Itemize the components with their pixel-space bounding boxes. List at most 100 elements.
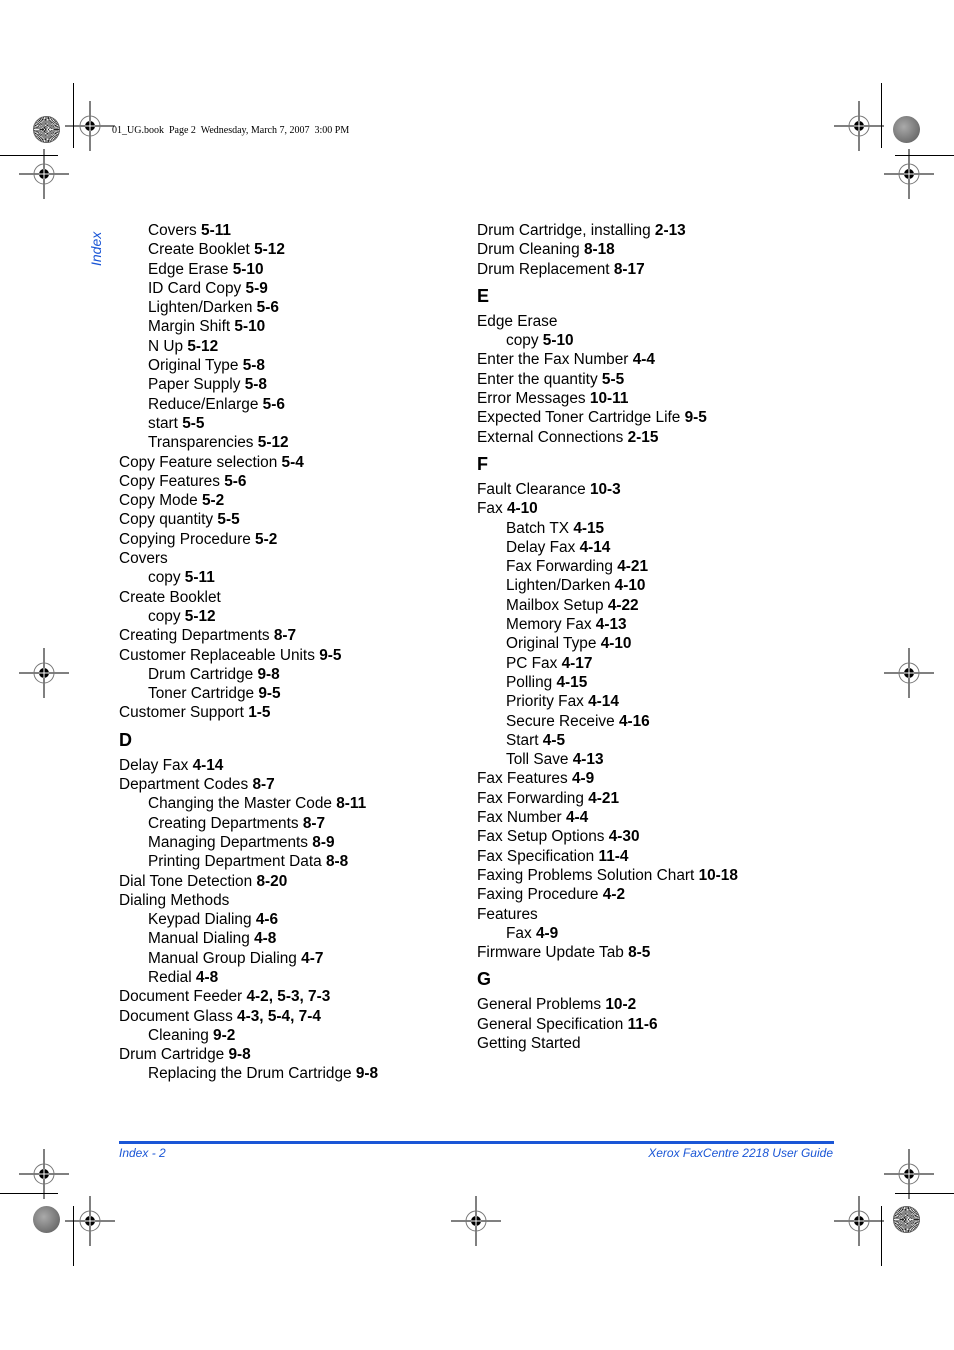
index-page-ref[interactable]: 9-5	[319, 647, 341, 664]
index-subentry: Manual Dialing 4-8	[119, 929, 459, 948]
index-page-ref[interactable]: 9-8	[228, 1046, 250, 1063]
index-page-ref[interactable]: 4-10	[507, 500, 538, 517]
index-page-ref[interactable]: 4-10	[615, 577, 646, 594]
index-entry: Create Booklet	[119, 588, 459, 607]
index-page-ref[interactable]: 4-6	[256, 911, 278, 928]
registration-target-icon	[884, 149, 934, 199]
index-letter-heading: D	[119, 729, 132, 750]
index-page-ref[interactable]: 4-14	[588, 693, 619, 710]
index-page-ref[interactable]: 2-13	[655, 222, 686, 239]
index-term: Start	[506, 731, 539, 749]
index-page-ref[interactable]: 8-8	[326, 853, 348, 870]
index-page-ref[interactable]: 5-6	[263, 396, 285, 413]
index-page-ref[interactable]: 8-7	[274, 627, 296, 644]
index-subentry: Printing Department Data 8-8	[119, 852, 459, 871]
index-term: Fax	[506, 924, 532, 942]
index-page-ref[interactable]: 8-18	[584, 241, 615, 258]
index-page-ref[interactable]: 4-4	[633, 351, 655, 368]
index-page-ref[interactable]: 4-13	[573, 751, 604, 768]
index-page-ref[interactable]: 4-14	[580, 539, 611, 556]
index-page-ref[interactable]: 10-11	[590, 390, 629, 407]
index-term: Drum Cartridge	[148, 665, 254, 683]
index-page-ref[interactable]: 4-14	[193, 757, 224, 774]
index-page-ref[interactable]: 8-11	[336, 795, 366, 812]
index-page-ref[interactable]: 4-22	[608, 597, 639, 614]
index-page-ref[interactable]: 10-18	[699, 867, 738, 884]
index-term: General Problems	[477, 996, 602, 1014]
index-page-ref[interactable]: 5-2	[202, 492, 224, 509]
index-page-ref[interactable]: 4-8	[254, 930, 276, 947]
index-term: Batch TX	[506, 519, 570, 537]
index-page-ref[interactable]: 4-15	[556, 674, 587, 691]
index-letter-heading: F	[477, 453, 488, 474]
index-page-ref[interactable]: 5-12	[185, 608, 216, 625]
index-page-ref[interactable]: 4-9	[536, 925, 558, 942]
index-term: Covers	[148, 222, 197, 239]
index-page-ref[interactable]: 9-5	[258, 685, 280, 702]
index-page-ref[interactable]: 4-30	[609, 828, 640, 845]
index-page-ref[interactable]: 5-9	[246, 280, 268, 297]
index-page-ref[interactable]: 5-5	[602, 371, 624, 388]
index-page-ref[interactable]: 4-15	[573, 520, 604, 537]
index-page-ref[interactable]: 4-3, 5-4, 7-4	[237, 1008, 321, 1025]
index-page-ref[interactable]: 4-2, 5-3, 7-3	[246, 988, 330, 1005]
index-page-ref[interactable]: 2-15	[628, 429, 659, 446]
index-page-ref[interactable]: 8-7	[252, 776, 274, 793]
index-page-ref[interactable]: 4-5	[543, 732, 565, 749]
index-page-ref[interactable]: 5-8	[243, 357, 265, 374]
index-page-ref[interactable]: 11-6	[628, 1016, 658, 1033]
index-entry: General Specification 11-6	[477, 1015, 837, 1034]
index-page-ref[interactable]: 9-8	[356, 1065, 378, 1082]
index-page-ref[interactable]: 4-2	[603, 886, 625, 903]
index-page-ref[interactable]: 4-21	[617, 558, 648, 575]
index-entry: Copy quantity 5-5	[119, 510, 459, 529]
index-page-ref[interactable]: 5-2	[255, 531, 277, 548]
index-term: Memory Fax	[506, 616, 592, 634]
index-page-ref[interactable]: 5-8	[245, 376, 267, 393]
index-page-ref[interactable]: 5-12	[258, 434, 289, 451]
side-tab-label: Index	[88, 231, 104, 266]
index-page-ref[interactable]: 5-12	[254, 241, 285, 258]
index-page-ref[interactable]: 5-10	[543, 332, 574, 349]
index-page-ref[interactable]: 5-5	[182, 415, 204, 432]
index-page-ref[interactable]: 5-6	[224, 473, 246, 490]
index-page-ref[interactable]: 4-16	[619, 713, 650, 730]
index-entry: External Connections 2-15	[477, 428, 837, 447]
index-page-ref[interactable]: 8-5	[628, 944, 650, 961]
index-page-ref[interactable]: 4-8	[196, 969, 218, 986]
index-page-ref[interactable]: 4-7	[301, 950, 323, 967]
index-letter-heading: G	[477, 969, 492, 990]
index-page-ref[interactable]: 10-2	[605, 996, 636, 1013]
index-page-ref[interactable]: 8-9	[312, 834, 334, 851]
index-page-ref[interactable]: 5-11	[185, 569, 215, 586]
index-page-ref[interactable]: 10-3	[590, 481, 621, 498]
index-page-ref[interactable]: 5-12	[187, 338, 218, 355]
index-page-ref[interactable]: 5-4	[282, 454, 304, 471]
index-page-ref[interactable]: 8-20	[256, 873, 287, 890]
index-page-ref[interactable]: 4-10	[601, 635, 632, 652]
index-entry: Expected Toner Cartridge Life 9-5	[477, 408, 837, 427]
index-term: ID Card Copy	[148, 279, 242, 297]
index-page-ref[interactable]: 5-10	[233, 261, 264, 278]
index-page-ref[interactable]: 5-5	[217, 511, 239, 528]
index-page-ref[interactable]: 4-21	[588, 790, 619, 807]
index-page-ref[interactable]: 4-9	[572, 770, 594, 787]
index-term: Department Codes	[119, 776, 249, 794]
index-page-ref[interactable]: 5-10	[234, 318, 265, 335]
index-page-ref[interactable]: 8-17	[614, 261, 645, 278]
index-page-ref[interactable]: 5-6	[257, 299, 279, 316]
index-page-ref[interactable]: 4-13	[596, 616, 627, 633]
index-subentry: Redial 4-8	[119, 968, 459, 987]
index-page-ref[interactable]: 4-4	[566, 809, 588, 826]
index-page-ref[interactable]: 11-4	[598, 848, 628, 865]
index-page-ref[interactable]: 9-5	[685, 409, 707, 426]
index-page-ref[interactable]: 9-8	[257, 666, 279, 683]
index-term: copy	[148, 569, 181, 587]
index-subentry: copy 5-11	[119, 568, 459, 587]
index-page-ref[interactable]: 9-2	[213, 1027, 235, 1044]
index-page-ref[interactable]: 1-5	[248, 704, 270, 721]
index-entry: Document Feeder 4-2, 5-3, 7-3	[119, 987, 459, 1006]
index-page-ref[interactable]: 8-7	[303, 815, 325, 832]
index-page-ref[interactable]: 5-11	[201, 222, 231, 239]
index-page-ref[interactable]: 4-17	[562, 655, 593, 672]
